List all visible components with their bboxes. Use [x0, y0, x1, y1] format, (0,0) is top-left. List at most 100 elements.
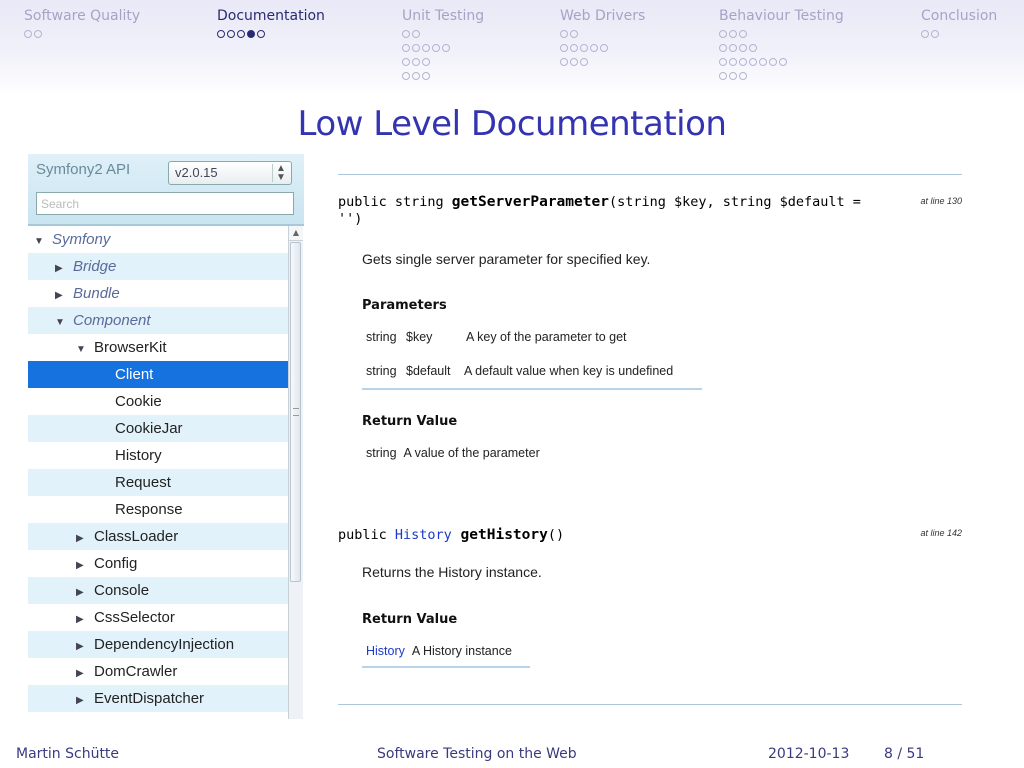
tree-item-domcrawler[interactable]: ▶ DomCrawler	[28, 658, 288, 685]
slide-dot[interactable]	[422, 72, 430, 80]
scroll-up-icon[interactable]: ▲	[289, 226, 303, 241]
tree-item-browserkit[interactable]: ▼ BrowserKit	[28, 334, 288, 361]
slide-dot[interactable]	[442, 44, 450, 52]
tree-item-label: DependencyInjection	[94, 636, 235, 653]
expanded-arrow-icon[interactable]: ▼	[76, 336, 94, 363]
tree-item-cssselector[interactable]: ▶ CssSelector	[28, 604, 288, 631]
slide-dot[interactable]	[570, 44, 578, 52]
slide-dot[interactable]	[34, 30, 42, 38]
slide-dot[interactable]	[739, 58, 747, 66]
slide-dot[interactable]	[931, 30, 939, 38]
slide-dot[interactable]	[739, 30, 747, 38]
slide-dots	[402, 27, 484, 83]
tree-item-cookie[interactable]: Cookie	[28, 388, 288, 415]
slide-dot[interactable]	[749, 58, 757, 66]
collapsed-arrow-icon[interactable]: ▶	[76, 687, 94, 714]
collapsed-arrow-icon[interactable]: ▶	[55, 255, 73, 282]
tree-item-eventdispatcher[interactable]: ▶ EventDispatcher	[28, 685, 288, 712]
slide-dot[interactable]	[729, 44, 737, 52]
nav-section-web-drivers[interactable]: Web Drivers	[560, 7, 645, 69]
tree-item-client[interactable]: Client	[28, 361, 288, 388]
tree-item-request[interactable]: Request	[28, 469, 288, 496]
slide-dot[interactable]	[719, 72, 727, 80]
return-type-link[interactable]: History	[395, 527, 452, 543]
slide-dot[interactable]	[560, 30, 568, 38]
tree-item-component[interactable]: ▼ Component	[28, 307, 288, 334]
collapsed-arrow-icon[interactable]: ▶	[76, 633, 94, 660]
slide-dot[interactable]	[570, 58, 578, 66]
slide-dot[interactable]	[422, 44, 430, 52]
nav-section-title: Documentation	[217, 8, 325, 24]
tree-item-classloader[interactable]: ▶ ClassLoader	[28, 523, 288, 550]
version-select[interactable]: v2.0.15 ▲ ▼	[168, 161, 292, 185]
slide-dot[interactable]	[590, 44, 598, 52]
tree-item-cookiejar[interactable]: CookieJar	[28, 415, 288, 442]
slide-dot[interactable]	[422, 58, 430, 66]
slide-dot[interactable]	[560, 58, 568, 66]
slide-dot[interactable]	[402, 58, 410, 66]
slide-dot[interactable]	[739, 44, 747, 52]
tree-item-bridge[interactable]: ▶ Bridge	[28, 253, 288, 280]
slide-dot[interactable]	[412, 58, 420, 66]
slide-dot[interactable]	[257, 30, 265, 38]
tree-item-config[interactable]: ▶ Config	[28, 550, 288, 577]
search-input[interactable]: Search	[36, 192, 294, 215]
slide-dot[interactable]	[729, 30, 737, 38]
slide-dot[interactable]	[719, 44, 727, 52]
collapsed-arrow-icon[interactable]: ▶	[76, 552, 94, 579]
param-row: string $key A key of the parameter to get	[362, 330, 627, 344]
slide-dot[interactable]	[402, 44, 410, 52]
collapsed-arrow-icon[interactable]: ▶	[76, 606, 94, 633]
tree-item-history[interactable]: History	[28, 442, 288, 469]
slide-dot[interactable]	[560, 44, 568, 52]
slide-dot[interactable]	[749, 44, 757, 52]
slide-dot[interactable]	[402, 72, 410, 80]
nav-section-conclusion[interactable]: Conclusion	[921, 7, 997, 41]
expanded-arrow-icon[interactable]: ▼	[34, 228, 52, 255]
slide-dot[interactable]	[237, 30, 245, 38]
tree-item-label: ClassLoader	[94, 528, 179, 545]
slide-dot[interactable]	[580, 44, 588, 52]
tree-item-bundle[interactable]: ▶ Bundle	[28, 280, 288, 307]
nav-section-unit-testing[interactable]: Unit Testing	[402, 7, 484, 83]
collapsed-arrow-icon[interactable]: ▶	[76, 579, 94, 606]
slide-dot[interactable]	[402, 30, 410, 38]
scroll-thumb[interactable]	[290, 242, 301, 582]
slide-dot[interactable]	[719, 30, 727, 38]
slide-dot[interactable]	[769, 58, 777, 66]
slide-dot[interactable]	[412, 72, 420, 80]
slide-dot[interactable]	[739, 72, 747, 80]
tree-item-dependencyinjection[interactable]: ▶ DependencyInjection	[28, 631, 288, 658]
source-line-link[interactable]: at line 142	[920, 528, 962, 538]
nav-section-behaviour-testing[interactable]: Behaviour Testing	[719, 7, 844, 83]
collapsed-arrow-icon[interactable]: ▶	[76, 525, 94, 552]
slide-dot[interactable]	[759, 58, 767, 66]
slide-dot[interactable]	[729, 58, 737, 66]
collapsed-arrow-icon[interactable]: ▶	[76, 660, 94, 687]
current-slide-dot[interactable]	[247, 30, 255, 38]
namespace-tree: ▼ Symfony ▶ Bridge ▶ Bundle ▼ Component ▼ Browser…	[28, 226, 288, 712]
slide-dot[interactable]	[227, 30, 235, 38]
nav-section-documentation[interactable]: Documentation	[217, 7, 325, 41]
tree-item-symfony[interactable]: ▼ Symfony	[28, 226, 288, 253]
slide-dot[interactable]	[570, 30, 578, 38]
slide-dot[interactable]	[412, 30, 420, 38]
nav-section-software-quality[interactable]: Software Quality	[24, 7, 140, 41]
slide-dot[interactable]	[412, 44, 420, 52]
slide-dot[interactable]	[779, 58, 787, 66]
collapsed-arrow-icon[interactable]: ▶	[55, 282, 73, 309]
tree-item-response[interactable]: Response	[28, 496, 288, 523]
slide-dot[interactable]	[921, 30, 929, 38]
slide-dot[interactable]	[719, 58, 727, 66]
tree-scrollbar[interactable]: ▲	[288, 226, 303, 719]
slide-dot[interactable]	[24, 30, 32, 38]
return-type-link[interactable]: History	[366, 644, 405, 658]
slide-dot[interactable]	[432, 44, 440, 52]
slide-dot[interactable]	[580, 58, 588, 66]
slide-dot[interactable]	[600, 44, 608, 52]
tree-item-console[interactable]: ▶ Console	[28, 577, 288, 604]
slide-dot[interactable]	[729, 72, 737, 80]
source-line-link[interactable]: at line 130	[920, 196, 962, 206]
slide-dot[interactable]	[217, 30, 225, 38]
expanded-arrow-icon[interactable]: ▼	[55, 309, 73, 336]
